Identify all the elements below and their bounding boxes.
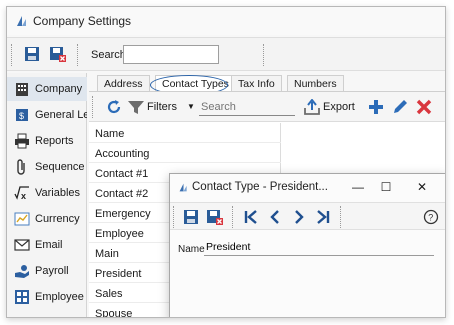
delete-x-icon bbox=[416, 99, 432, 115]
tab-tax-info[interactable]: Tax Info bbox=[231, 75, 282, 91]
toolbar-grip[interactable] bbox=[232, 206, 234, 228]
sidebar-item-general-ledger[interactable]: $ General Le bbox=[7, 103, 87, 127]
filters-dropdown-icon[interactable]: ▼ bbox=[187, 102, 195, 111]
search-input[interactable] bbox=[123, 45, 219, 64]
edit-button[interactable] bbox=[389, 96, 411, 118]
first-record-icon bbox=[244, 210, 257, 224]
tab-numbers[interactable]: Numbers bbox=[287, 75, 344, 91]
main-toolbar: Search bbox=[7, 37, 445, 71]
help-button[interactable]: ? bbox=[420, 206, 442, 228]
chevron-right-icon bbox=[295, 210, 304, 224]
save-close-button[interactable] bbox=[47, 43, 69, 65]
chevron-left-icon bbox=[270, 210, 279, 224]
title-bar: Company Settings bbox=[7, 7, 445, 35]
list-toolbar: Filters ▼ Export bbox=[89, 92, 445, 122]
last-record-button[interactable] bbox=[312, 206, 334, 228]
chart-icon bbox=[13, 210, 31, 228]
refresh-button[interactable] bbox=[103, 96, 125, 118]
dialog-toolbar: ? bbox=[170, 202, 445, 230]
ledger-icon: $ bbox=[13, 106, 31, 124]
grid-icon bbox=[13, 288, 31, 306]
plus-icon bbox=[369, 100, 383, 114]
tab-address[interactable]: Address bbox=[97, 75, 150, 91]
sidebar-item-label: Reports bbox=[35, 135, 74, 147]
sidebar-item-label: Payroll bbox=[35, 265, 69, 277]
filter-icon bbox=[128, 101, 144, 114]
save-button[interactable] bbox=[21, 43, 43, 65]
sidebar-item-label: General Le bbox=[35, 109, 87, 121]
toolbar-grip[interactable] bbox=[11, 44, 13, 66]
list-header-name[interactable]: Name bbox=[89, 125, 281, 143]
close-button[interactable]: ✕ bbox=[412, 178, 432, 196]
search-label: Search bbox=[91, 49, 126, 61]
save-icon bbox=[25, 47, 39, 61]
minimize-button[interactable]: — bbox=[348, 178, 368, 196]
sidebar-item-payroll[interactable]: Payroll bbox=[7, 259, 87, 283]
list-item[interactable]: Accounting bbox=[89, 145, 281, 163]
help-icon: ? bbox=[423, 209, 439, 225]
save-close-icon bbox=[50, 47, 66, 62]
filters-label[interactable]: Filters bbox=[147, 101, 177, 113]
sidebar-item-label: Variables bbox=[35, 187, 81, 199]
toolbar-grip[interactable] bbox=[92, 96, 94, 118]
sidebar-item-variables[interactable]: x Variables bbox=[7, 181, 87, 205]
first-record-button[interactable] bbox=[240, 206, 262, 228]
sidebar-item-label: Sequence bbox=[35, 161, 85, 173]
company-settings-window: Company Settings Search Company $ Genera… bbox=[6, 6, 446, 318]
sidebar-item-reports[interactable]: Reports bbox=[7, 129, 87, 153]
export-icon bbox=[304, 99, 320, 115]
sidebar-item-currency[interactable]: Currency bbox=[7, 207, 87, 231]
toolbar-grip[interactable] bbox=[263, 44, 265, 66]
name-field[interactable] bbox=[204, 239, 434, 256]
tab-strip: Address Contact Types Tax Info Numbers bbox=[89, 73, 445, 91]
next-record-button[interactable] bbox=[288, 206, 310, 228]
maximize-button[interactable]: ☐ bbox=[376, 178, 396, 196]
screenshot-frame: Company Settings Search Company $ Genera… bbox=[0, 0, 454, 325]
variable-x-icon: x bbox=[13, 184, 31, 202]
last-record-icon bbox=[317, 210, 330, 224]
save-icon bbox=[184, 210, 198, 224]
svg-text:x: x bbox=[21, 191, 26, 201]
save-close-icon bbox=[207, 210, 223, 225]
envelope-icon bbox=[13, 236, 31, 254]
window-title: Company Settings bbox=[33, 14, 132, 28]
sidebar-item-label: Employee bbox=[35, 291, 84, 303]
sidebar-item-label: Email bbox=[35, 239, 63, 251]
hand-money-icon bbox=[13, 262, 31, 280]
export-label[interactable]: Export bbox=[323, 101, 355, 113]
svg-text:?: ? bbox=[428, 213, 433, 223]
toolbar-grip[interactable] bbox=[173, 206, 175, 228]
sidebar-item-email[interactable]: Email bbox=[7, 233, 87, 257]
sidebar-item-label: Company bbox=[35, 83, 83, 95]
building-icon bbox=[13, 80, 31, 98]
delete-button[interactable] bbox=[413, 96, 435, 118]
sidebar: Company $ General Le Reports Sequence x … bbox=[7, 73, 87, 317]
printer-icon bbox=[13, 132, 31, 150]
sidebar-item-employee[interactable]: Employee bbox=[7, 285, 87, 309]
svg-text:$: $ bbox=[19, 111, 24, 121]
refresh-icon bbox=[107, 100, 121, 114]
list-search-input[interactable] bbox=[199, 99, 295, 116]
paperclip-icon bbox=[13, 158, 31, 176]
previous-record-button[interactable] bbox=[264, 206, 286, 228]
add-button[interactable] bbox=[365, 96, 387, 118]
app-logo-icon bbox=[17, 16, 26, 26]
name-field-label: Name bbox=[178, 244, 205, 255]
contact-type-dialog: Contact Type - President... — ☐ ✕ ? Name… bbox=[169, 173, 445, 317]
sidebar-item-label: Currency bbox=[35, 213, 80, 225]
dialog-title: Contact Type - President... bbox=[192, 181, 328, 193]
toolbar-grip[interactable] bbox=[340, 206, 342, 228]
toolbar-grip[interactable] bbox=[77, 44, 79, 66]
pencil-icon bbox=[394, 100, 407, 113]
dialog-save-close-button[interactable] bbox=[204, 206, 226, 228]
filter-button[interactable] bbox=[125, 96, 147, 118]
sidebar-item-company[interactable]: Company bbox=[7, 77, 87, 101]
app-logo-icon bbox=[179, 183, 187, 192]
export-button[interactable] bbox=[301, 96, 323, 118]
dialog-save-button[interactable] bbox=[180, 206, 202, 228]
sidebar-item-sequence[interactable]: Sequence bbox=[7, 155, 87, 179]
